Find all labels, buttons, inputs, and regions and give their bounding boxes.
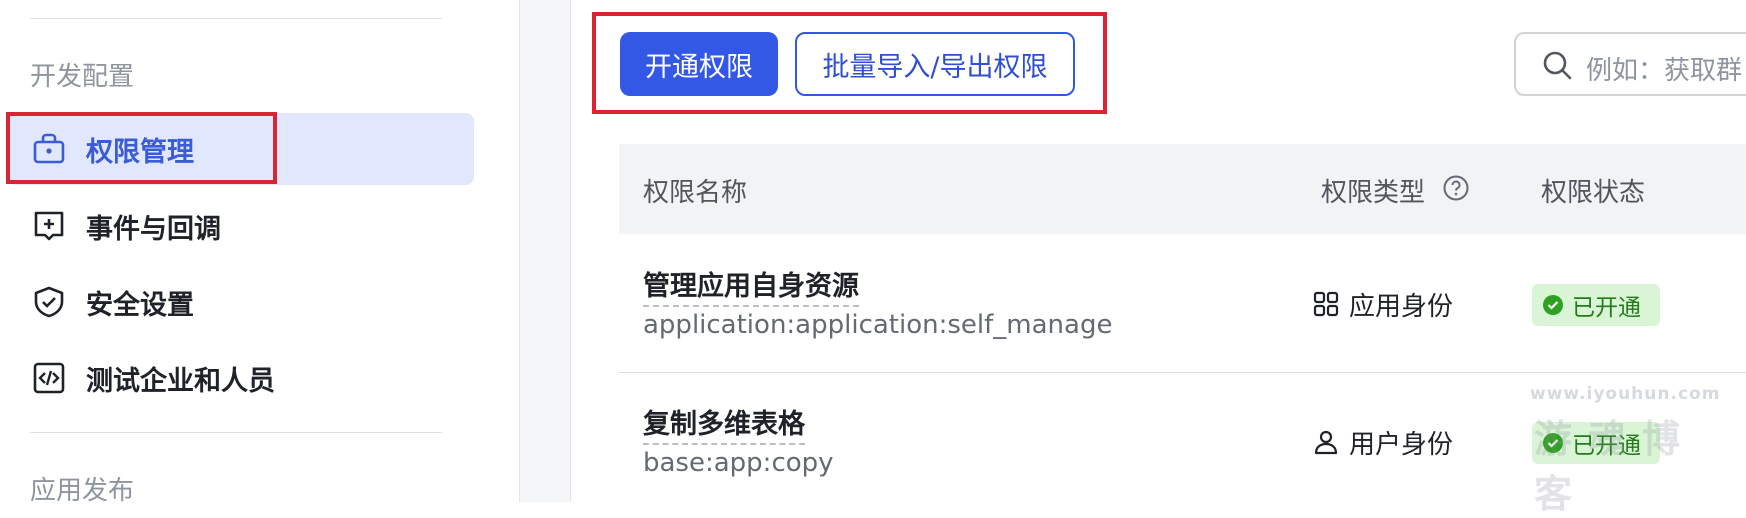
search-placeholder: 例如：获取群 [1586, 56, 1743, 86]
section-label-publish: 应用发布 [30, 476, 135, 506]
status-badge-label: 已开通 [1572, 295, 1641, 321]
permission-name[interactable]: 管理应用自身资源 [643, 264, 859, 307]
status-badge: 已开通 [1532, 284, 1660, 326]
section-label-dev: 开发配置 [30, 62, 135, 92]
sidebar: 开发配置 权限管理 事件与回调 安全设置 测试企业和人员 应用发布 [0, 0, 520, 506]
sidebar-item-test-enterprise[interactable]: 测试企业和人员 [8, 342, 474, 414]
permission-name[interactable]: 复制多维表格 [643, 402, 805, 445]
permission-type: 应用身份 [1313, 286, 1453, 322]
column-header-type: 权限类型 [1321, 178, 1426, 208]
permission-code: base:app:copy [643, 448, 834, 478]
help-circle-icon[interactable] [1442, 174, 1470, 202]
search-input[interactable]: 例如：获取群 [1514, 32, 1746, 96]
permission-type-label: 应用身份 [1349, 291, 1454, 322]
highlight-box [6, 112, 277, 184]
search-icon [1543, 51, 1572, 80]
shield-check-icon [34, 286, 64, 318]
sidebar-divider [30, 18, 442, 19]
row-divider [619, 372, 1746, 373]
sidebar-item-label: 测试企业和人员 [86, 365, 275, 397]
sidebar-item-security[interactable]: 安全设置 [8, 266, 474, 338]
code-box-icon [33, 362, 65, 394]
column-header-status: 权限状态 [1541, 178, 1646, 208]
permission-type: 用户身份 [1313, 424, 1453, 460]
highlight-box [592, 12, 1107, 114]
user-icon [1314, 430, 1338, 455]
event-plus-icon [34, 211, 64, 241]
panel-divider [570, 0, 571, 502]
watermark-url: www.iyouhun.com [1530, 384, 1721, 404]
column-header-name: 权限名称 [643, 178, 748, 208]
sidebar-item-events[interactable]: 事件与回调 [8, 190, 474, 262]
check-circle-icon [1543, 295, 1563, 315]
sidebar-divider [30, 432, 442, 433]
sidebar-item-label: 事件与回调 [86, 213, 221, 245]
sidebar-item-label: 安全设置 [86, 289, 194, 321]
gutter [520, 0, 570, 502]
permission-code: application:application:self_manage [643, 310, 1113, 340]
grid-apps-icon [1313, 291, 1339, 317]
permission-type-label: 用户身份 [1349, 429, 1454, 460]
table-header: 权限名称 权限类型 权限状态 [619, 144, 1746, 234]
